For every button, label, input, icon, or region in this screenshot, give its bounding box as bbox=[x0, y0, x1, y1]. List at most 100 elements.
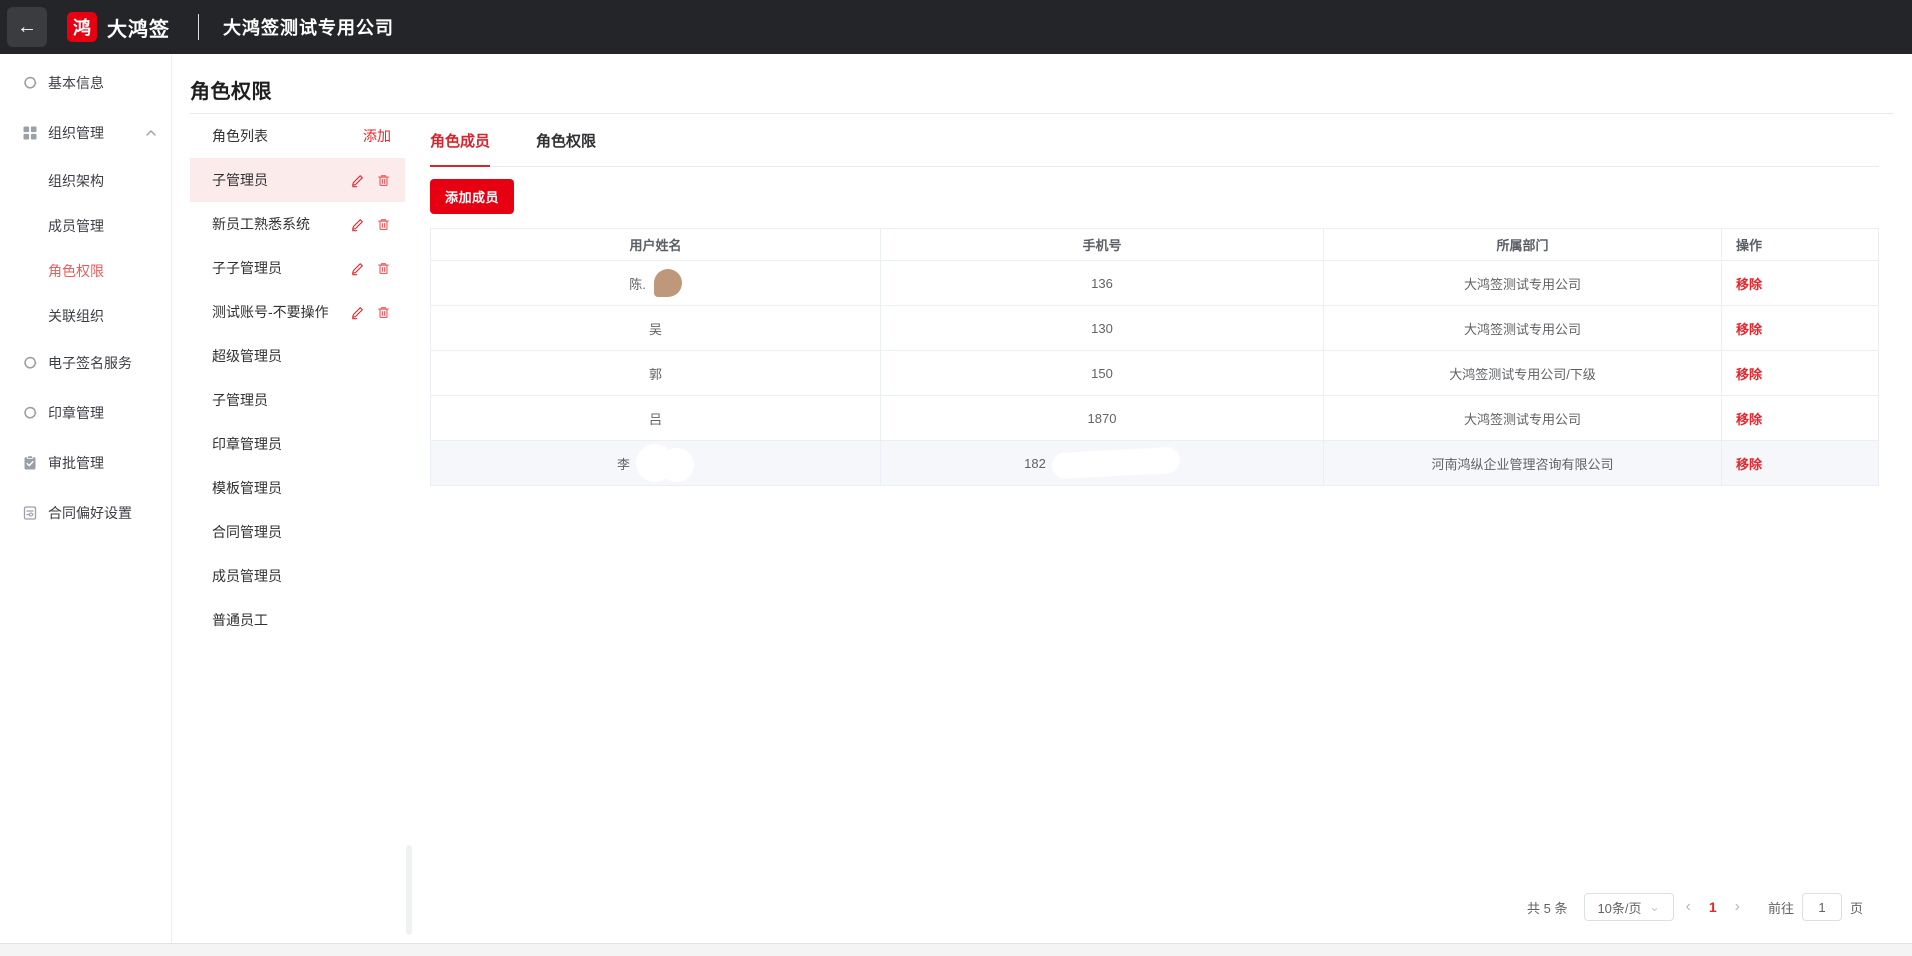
scrollbar-thumb[interactable] bbox=[406, 845, 412, 935]
refresh-icon bbox=[22, 75, 38, 91]
next-page-button[interactable]: › bbox=[1723, 898, 1752, 916]
member-name: 陈. bbox=[629, 274, 646, 293]
member-phone-cell: 182 bbox=[881, 441, 1324, 486]
topbar-divider bbox=[198, 14, 199, 40]
add-member-button[interactable]: 添加成员 bbox=[430, 179, 514, 214]
pagination: 共 5 条 10条/页 ⌄ ‹ 1 › 前往 页 bbox=[1527, 893, 1863, 921]
page-size-value: 10条/页 bbox=[1597, 898, 1641, 917]
contract-settings-icon bbox=[22, 505, 38, 521]
tab-role-members[interactable]: 角色成员 bbox=[430, 114, 490, 166]
role-list-panel: 角色列表 添加 子管理员 新员工熟悉系统 子子管理员 bbox=[190, 114, 405, 943]
remove-member-button[interactable]: 移除 bbox=[1736, 367, 1762, 382]
redaction-blob bbox=[1051, 447, 1180, 480]
page-size-select[interactable]: 10条/页 ⌄ bbox=[1584, 893, 1674, 921]
back-button[interactable]: ← bbox=[7, 7, 47, 47]
top-bar: ← 鸿 大鸿签 大鸿签测试专用公司 bbox=[0, 0, 1912, 54]
role-name: 合同管理员 bbox=[212, 522, 391, 542]
member-name: 李 bbox=[617, 454, 630, 473]
delete-icon[interactable] bbox=[376, 173, 391, 188]
main-content: 角色权限 角色列表 添加 子管理员 新员工熟悉系统 bbox=[172, 54, 1912, 943]
role-detail-panel: 角色成员 角色权限 添加成员 用户姓名 手机号 所属部门 操作 陈. bbox=[413, 114, 1895, 943]
remove-member-button[interactable]: 移除 bbox=[1736, 322, 1762, 337]
sidebar-item-label: 组织管理 bbox=[48, 123, 104, 143]
role-row[interactable]: 普通员工 bbox=[190, 598, 405, 642]
prev-page-button[interactable]: ‹ bbox=[1674, 898, 1703, 916]
role-name: 普通员工 bbox=[212, 610, 391, 630]
edit-icon[interactable] bbox=[350, 305, 365, 320]
member-department: 大鸿签测试专用公司/下级 bbox=[1324, 351, 1722, 396]
horizontal-scrollbar[interactable] bbox=[0, 943, 1912, 956]
current-page[interactable]: 1 bbox=[1703, 899, 1723, 915]
sidebar-item-basic-info[interactable]: 基本信息 bbox=[0, 58, 171, 108]
sidebar-item-related-org[interactable]: 关联组织 bbox=[0, 293, 171, 338]
delete-icon[interactable] bbox=[376, 261, 391, 276]
brand-name: 大鸿签 bbox=[107, 13, 170, 42]
goto-label: 前往 bbox=[1768, 898, 1794, 917]
page-title: 角色权限 bbox=[172, 54, 1912, 104]
sidebar-item-label: 角色权限 bbox=[48, 261, 104, 281]
role-list-header: 角色列表 添加 bbox=[190, 114, 405, 158]
table-row: 陈. 136 大鸿签测试专用公司 移除 bbox=[431, 261, 1879, 306]
edit-icon[interactable] bbox=[350, 261, 365, 276]
sidebar-item-org-structure[interactable]: 组织架构 bbox=[0, 158, 171, 203]
sidebar-item-esign-service[interactable]: 电子签名服务 bbox=[0, 338, 171, 388]
role-name: 子子管理员 bbox=[212, 258, 350, 278]
role-row[interactable]: 成员管理员 bbox=[190, 554, 405, 598]
redaction-blob bbox=[654, 269, 682, 297]
sidebar-item-member-management[interactable]: 成员管理 bbox=[0, 203, 171, 248]
remove-member-button[interactable]: 移除 bbox=[1736, 412, 1762, 427]
role-row[interactable]: 子管理员 bbox=[190, 378, 405, 422]
sidebar: 基本信息 组织管理 组织架构 成员管理 角色权限 关联组织 电子签名服务 bbox=[0, 54, 172, 943]
sidebar-item-approval-management[interactable]: 审批管理 bbox=[0, 438, 171, 488]
delete-icon[interactable] bbox=[376, 305, 391, 320]
member-name: 郭 bbox=[431, 351, 881, 396]
member-name: 吴 bbox=[431, 306, 881, 351]
role-name: 子管理员 bbox=[212, 170, 350, 190]
column-header-action: 操作 bbox=[1722, 229, 1879, 261]
sidebar-item-seal-management[interactable]: 印章管理 bbox=[0, 388, 171, 438]
member-phone: 130 bbox=[881, 306, 1324, 351]
sidebar-item-role-permission[interactable]: 角色权限 bbox=[0, 248, 171, 293]
remove-member-button[interactable]: 移除 bbox=[1736, 457, 1762, 472]
goto-page-input[interactable] bbox=[1802, 893, 1842, 921]
esign-icon bbox=[22, 355, 38, 371]
sidebar-item-org-management[interactable]: 组织管理 bbox=[0, 108, 171, 158]
remove-member-button[interactable]: 移除 bbox=[1736, 277, 1762, 292]
chevron-up-icon bbox=[145, 127, 157, 139]
app-logo-icon: 鸿 bbox=[67, 12, 97, 42]
logo-glyph: 鸿 bbox=[73, 14, 91, 40]
grid-icon bbox=[22, 125, 38, 141]
role-row-actions bbox=[350, 217, 391, 232]
role-row[interactable]: 模板管理员 bbox=[190, 466, 405, 510]
role-row[interactable]: 超级管理员 bbox=[190, 334, 405, 378]
delete-icon[interactable] bbox=[376, 217, 391, 232]
member-phone: 150 bbox=[881, 351, 1324, 396]
column-header-phone: 手机号 bbox=[881, 229, 1324, 261]
total-count: 共 5 条 bbox=[1527, 898, 1567, 917]
seal-icon bbox=[22, 405, 38, 421]
role-list-scrollbar[interactable] bbox=[405, 114, 413, 943]
table-row: 郭 150 大鸿签测试专用公司/下级 移除 bbox=[431, 351, 1879, 396]
member-phone: 136 bbox=[881, 261, 1324, 306]
tab-role-permissions[interactable]: 角色权限 bbox=[536, 114, 596, 166]
role-name: 超级管理员 bbox=[212, 346, 391, 366]
role-row-selected[interactable]: 子管理员 bbox=[190, 158, 405, 202]
member-phone: 182 bbox=[1024, 456, 1046, 471]
members-table: 用户姓名 手机号 所属部门 操作 陈. 136 大鸿签测试专用公司 移除 bbox=[430, 228, 1879, 486]
sidebar-item-label: 合同偏好设置 bbox=[48, 503, 132, 523]
sidebar-item-contract-preference[interactable]: 合同偏好设置 bbox=[0, 488, 171, 538]
sidebar-item-label: 组织架构 bbox=[48, 171, 104, 191]
role-row-actions bbox=[350, 305, 391, 320]
role-row[interactable]: 合同管理员 bbox=[190, 510, 405, 554]
sidebar-item-label: 基本信息 bbox=[48, 73, 104, 93]
role-name: 新员工熟悉系统 bbox=[212, 214, 350, 234]
member-department: 大鸿签测试专用公司 bbox=[1324, 261, 1722, 306]
role-row[interactable]: 印章管理员 bbox=[190, 422, 405, 466]
role-row[interactable]: 子子管理员 bbox=[190, 246, 405, 290]
role-row[interactable]: 新员工熟悉系统 bbox=[190, 202, 405, 246]
edit-icon[interactable] bbox=[350, 173, 365, 188]
role-row-actions bbox=[350, 173, 391, 188]
add-role-button[interactable]: 添加 bbox=[363, 126, 391, 146]
role-row[interactable]: 测试账号-不要操作 bbox=[190, 290, 405, 334]
edit-icon[interactable] bbox=[350, 217, 365, 232]
